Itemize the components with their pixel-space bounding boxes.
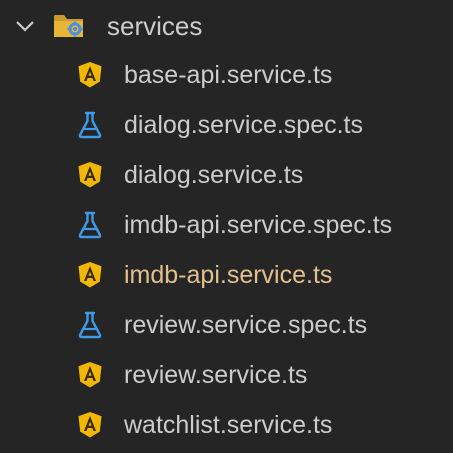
angular-service-icon [78,362,102,388]
file-label: review.service.ts [124,361,308,389]
file-label: dialog.service.spec.ts [124,111,364,139]
file-label: imdb-api.service.spec.ts [124,211,393,239]
file-label: base-api.service.ts [124,61,333,89]
flask-test-icon [78,311,102,339]
file-item[interactable]: imdb-api.service.ts [0,250,453,300]
angular-service-icon [78,262,102,288]
file-item[interactable]: review.service.ts [0,350,453,400]
chevron-down-icon[interactable] [12,13,38,39]
folder-label: services [107,11,203,41]
angular-service-icon [78,412,102,438]
file-item[interactable]: imdb-api.service.spec.ts [0,200,453,250]
file-label: watchlist.service.ts [124,411,333,439]
file-explorer: services base-api.service.ts dialog.servi… [0,0,453,453]
angular-service-icon [78,162,102,188]
file-label: imdb-api.service.ts [124,261,333,289]
file-list: base-api.service.ts dialog.service.spec.t… [0,50,453,450]
flask-test-icon [78,111,102,139]
file-label: dialog.service.ts [124,161,304,189]
file-item[interactable]: dialog.service.ts [0,150,453,200]
file-item[interactable]: review.service.spec.ts [0,300,453,350]
angular-service-icon [78,62,102,88]
file-item[interactable]: dialog.service.spec.ts [0,100,453,150]
file-label: review.service.spec.ts [124,311,368,339]
file-item[interactable]: watchlist.service.ts [0,400,453,450]
file-item[interactable]: base-api.service.ts [0,50,453,100]
folder-services[interactable]: services [0,6,453,46]
flask-test-icon [78,211,102,239]
folder-services-icon [54,15,83,37]
